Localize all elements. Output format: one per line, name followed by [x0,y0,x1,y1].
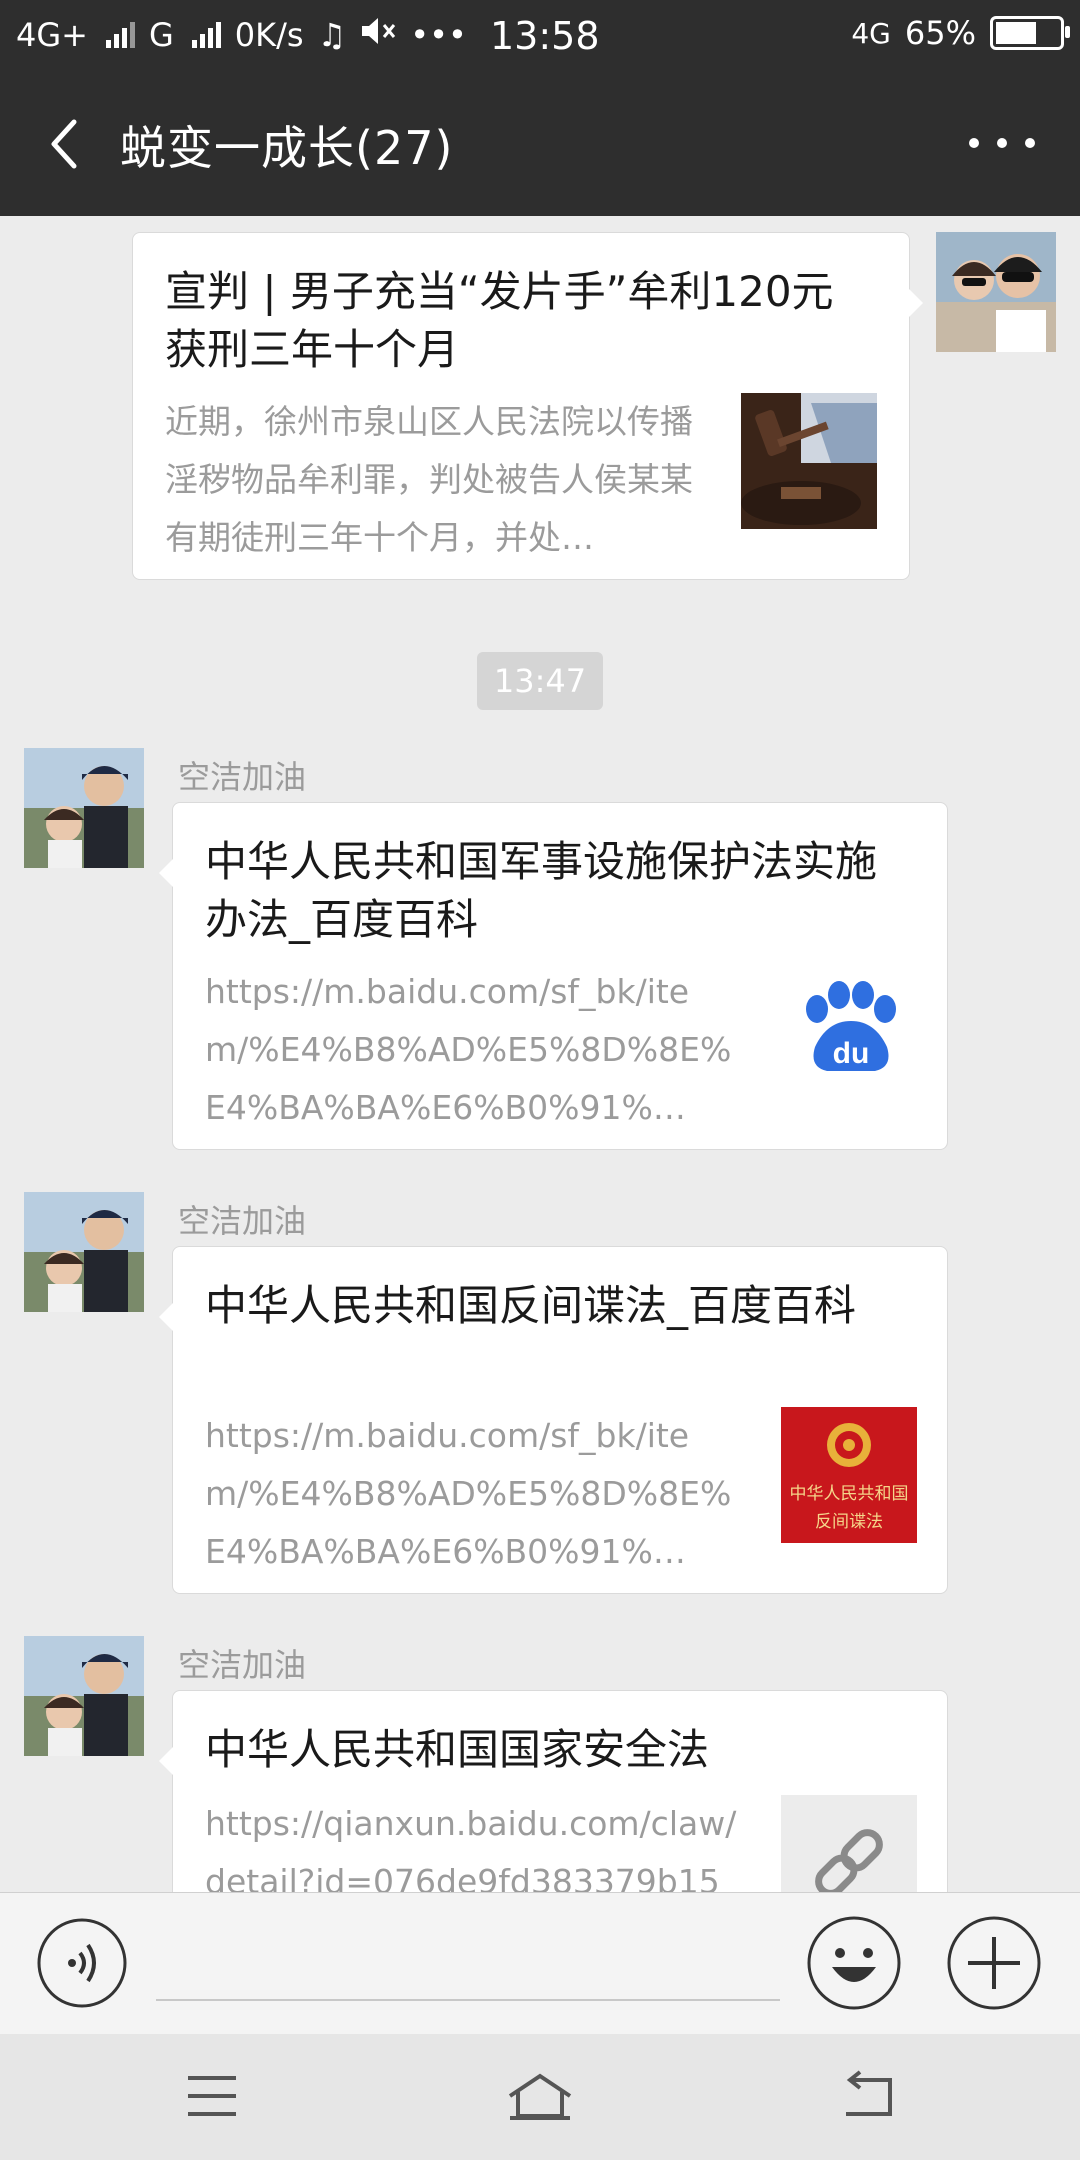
message-input[interactable] [156,1923,780,2001]
plus-icon [947,1916,1041,2010]
back-nav-button[interactable] [838,2070,898,2122]
emoji-button[interactable] [806,1915,902,2011]
message-link-card[interactable]: 宣判 | 男子充当“发片手”牟利120元 获刑三年十个月 近期，徐州市泉山区人民… [132,232,923,580]
bubble-tail [159,1303,173,1331]
emoji-icon [807,1916,901,2010]
link-description: https://m.baidu.com/sf_bk/item/%E4%B8%AD… [205,972,732,1127]
link-icon [815,1829,883,1892]
status-time: 13:58 [490,14,600,58]
link-description: https://m.baidu.com/sf_bk/item/%E4%B8%AD… [205,1416,732,1571]
link-thumbnail: 中华人民共和国 反间谍法 [781,1407,917,1543]
link-title: 中华人民共和国国家安全法 [205,1725,710,1774]
status-bar: 4G+ G 0K/s ♫ ••• 13:58 4G 65% [0,0,1080,72]
battery-percent: 65% [904,14,976,52]
time-divider: 13:47 [477,652,603,710]
law-book-cover-icon: 中华人民共和国 反间谍法 [781,1407,917,1543]
link-thumbnail [781,1795,917,1892]
voice-button[interactable] [36,1917,128,2009]
more-dots-icon [969,138,1035,148]
network-type-right: 4G [851,16,891,50]
bubble-tail [909,289,923,317]
bubble-tail [159,859,173,887]
menu-icon [188,2076,236,2116]
link-thumbnail: du [781,963,917,1099]
more-status-icon: ••• [410,16,467,54]
signal-icon [105,22,135,48]
sender-name: 空洁加油 [178,1202,307,1240]
battery-fill [996,22,1036,44]
cover-title-1: 中华人民共和国 [790,1484,909,1504]
message-link-card[interactable]: 中华人民共和国国家安全法 https://qianxun.baidu.com/c… [159,1690,948,1892]
chat-title: 蜕变一成长(27) [120,121,454,175]
signal-icon-2 [191,22,221,48]
avatar-photo [24,1636,144,1756]
link-description: https://qianxun.baidu.com/claw/detail?id… [205,1804,737,1892]
gavel-photo-icon [741,393,877,529]
message-list[interactable]: 宣判 | 男子充当“发片手”牟利120元 获刑三年十个月 近期，徐州市泉山区人民… [0,216,1080,1892]
network-type-g: G [148,16,174,54]
input-bar [0,1892,1080,2035]
voice-icon [37,1918,127,2008]
chevron-left-icon [51,119,77,169]
avatar-photo [24,1192,144,1312]
link-title: 中华人民共和国军事设施保护法实施办法_百度百科 [205,837,878,944]
back-button[interactable] [36,112,96,176]
link-title: 宣判 | 男子充当“发片手”牟利120元 获刑三年十个月 [165,267,834,374]
home-icon [508,2073,572,2120]
sender-name: 空洁加油 [178,1646,307,1684]
message-link-card[interactable]: 中华人民共和国军事设施保护法实施办法_百度百科 https://m.baidu.… [159,802,948,1150]
battery-icon [990,16,1070,50]
status-right: 4G 65% [851,14,1070,52]
avatar-self[interactable] [936,232,1056,352]
more-actions-button[interactable] [946,1915,1042,2011]
system-navigation-bar [0,2034,1080,2160]
cover-title-2: 反间谍法 [815,1512,883,1532]
link-description: 近期，徐州市泉山区人民法院以传播淫秽物品牟利罪，判处被告人侯某某有期徒刑三年十个… [165,402,693,557]
menu-button[interactable] [182,2070,242,2122]
back-icon [846,2070,892,2116]
avatar-contact[interactable] [24,1192,144,1312]
avatar-contact[interactable] [24,748,144,868]
status-left: 4G+ G 0K/s ♫ ••• [16,16,467,54]
network-type-left: 4G+ [16,16,88,54]
baidu-logo-icon: du [806,981,896,1071]
link-title: 中华人民共和国反间谍法_百度百科 [205,1281,857,1330]
message-link-card[interactable]: 中华人民共和国反间谍法_百度百科 https://m.baidu.com/sf_… [159,1246,948,1594]
silent-icon [360,16,396,54]
home-button[interactable] [504,2070,576,2122]
bubble-tail [159,1747,173,1775]
svg-text:du: du [833,1037,870,1070]
avatar-photo [24,748,144,868]
link-thumbnail [741,393,877,529]
chat-header: 蜕变一成长(27) [0,72,1080,216]
avatar-photo [936,232,1056,352]
avatar-contact[interactable] [24,1636,144,1756]
network-speed: 0K/s [234,16,304,54]
music-icon: ♫ [317,16,347,54]
more-options-button[interactable] [964,128,1040,158]
sender-name: 空洁加油 [178,758,307,796]
